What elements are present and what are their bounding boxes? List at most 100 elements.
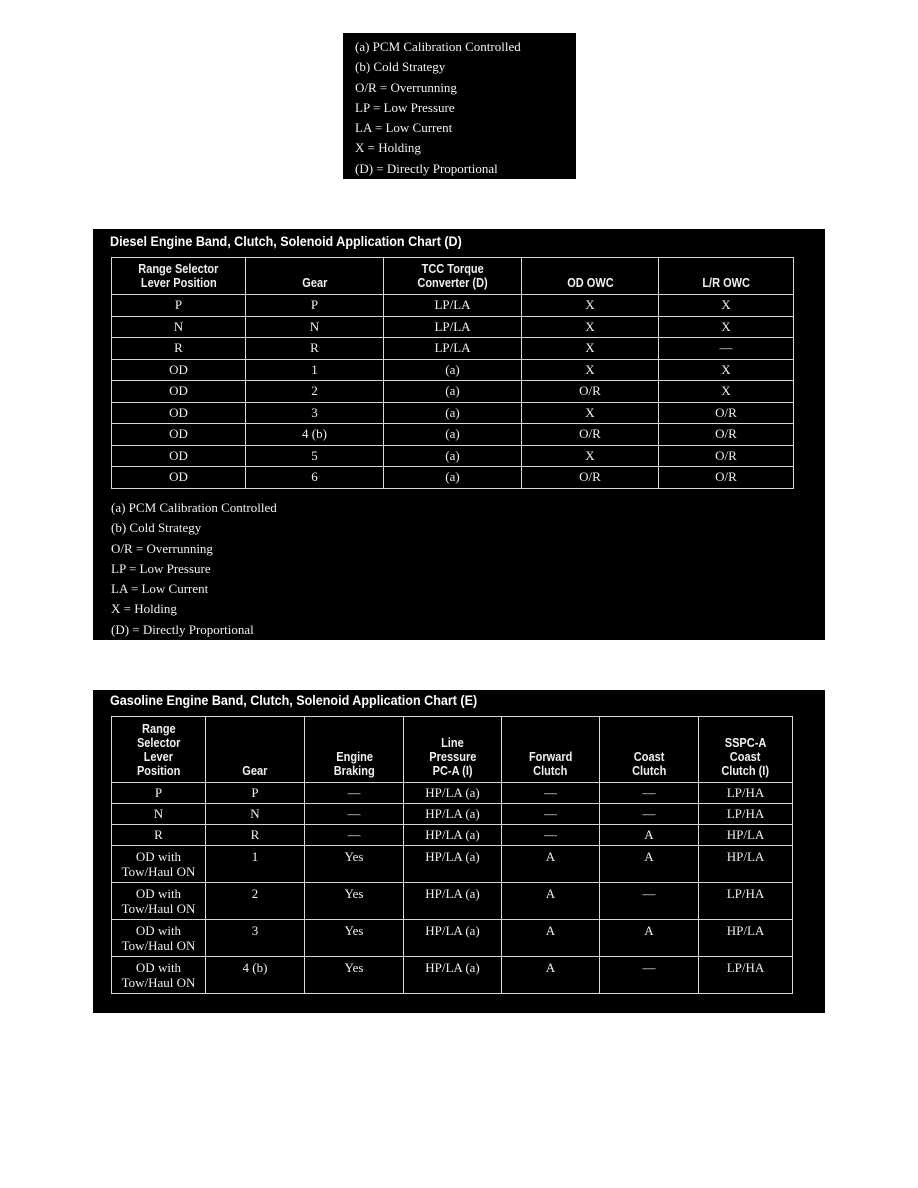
table-cell: O/R — [658, 444, 794, 467]
table-cell: LP/HA — [698, 803, 793, 825]
table-cell: HP/LA (a) — [403, 782, 502, 804]
table-cell: X — [521, 315, 659, 338]
table-cell: 2 — [245, 380, 384, 403]
legend-line: LA = Low Current — [111, 581, 209, 597]
column-header: Range Selector Lever Position — [111, 257, 246, 295]
table-cell: Yes — [304, 956, 404, 994]
table-cell: R — [111, 337, 246, 360]
table-cell: (a) — [383, 466, 522, 489]
cell-line: Tow/Haul ON — [121, 975, 196, 990]
table-row: OD 6 (a) O/R O/R — [111, 466, 794, 489]
table-cell: A — [501, 845, 600, 883]
column-header-label: Engine Braking — [332, 750, 377, 778]
column-header: Range Selector Lever Position — [111, 716, 206, 783]
header-line: SSPC-A — [724, 735, 767, 750]
table-row: OD 2 (a) O/R X — [111, 380, 794, 403]
cell-line: HP/LA (a) — [425, 886, 480, 901]
column-header-label: TCC Torque Converter (D) — [414, 262, 490, 290]
header-line: Forward — [528, 749, 573, 764]
table-cell: O/R — [521, 423, 659, 446]
header-line: Pressure — [428, 749, 477, 764]
cell-line: 1 — [251, 849, 259, 864]
table-row: OD with Tow/Haul ON 3 Yes HP/LA (a) A A HP/LA — [111, 919, 793, 957]
table-cell: — — [599, 782, 699, 804]
table-cell: — — [304, 782, 404, 804]
table-cell: X — [658, 380, 794, 403]
table-cell: 2 — [205, 882, 305, 920]
cell-line: OD with — [135, 849, 182, 864]
table-row: OD 1 (a) X X — [111, 358, 794, 381]
column-header-label: Gear — [301, 276, 328, 290]
table-cell: A — [599, 845, 699, 883]
column-header-label: Line Pressure PC-A (I) — [427, 736, 478, 778]
cell-line: 4 (b) — [242, 960, 268, 975]
table-cell: N — [245, 315, 384, 338]
column-header-label: Range Selector Lever Position — [135, 722, 182, 778]
table-cell: LP/LA — [383, 294, 522, 317]
cell-line: HP/LA — [726, 923, 765, 938]
table-cell: (a) — [383, 401, 522, 424]
table-cell: 5 — [245, 444, 384, 467]
table-cell: X — [658, 294, 794, 317]
legend-line: (b) Cold Strategy — [111, 520, 202, 536]
table-cell: X — [521, 358, 659, 381]
table-cell: — — [304, 803, 404, 825]
table-cell: OD with Tow/Haul ON — [111, 919, 206, 957]
header-line: Clutch — [631, 763, 667, 778]
column-header: Gear — [245, 257, 384, 295]
column-header: Engine Braking — [304, 716, 404, 783]
header-line: PC-A (I) — [432, 763, 473, 778]
header-line: Range Selector — [138, 261, 219, 276]
table-row: OD 4 (b) (a) O/R O/R — [111, 423, 794, 446]
cell-line: R — [250, 827, 260, 842]
table-cell: HP/LA (a) — [403, 882, 502, 920]
diesel-chart-title: Diesel Engine Band, Clutch, Solenoid App… — [110, 234, 462, 249]
column-header: SSPC-A Coast Clutch (I) — [698, 716, 793, 783]
cell-line: A — [545, 960, 556, 975]
cell-line: 2 — [251, 886, 259, 901]
table-cell: 3 — [205, 919, 305, 957]
legend-box-top: (a) PCM Calibration Controlled (b) Cold S… — [343, 33, 576, 179]
cell-line: A — [545, 923, 556, 938]
table-cell: (a) — [383, 358, 522, 381]
table-cell: — — [501, 782, 600, 804]
table-cell: A — [599, 919, 699, 957]
table-cell: P — [111, 294, 246, 317]
header-line: Lever Position — [140, 275, 217, 290]
cell-line: OD with — [135, 923, 182, 938]
header-line: Coast — [730, 749, 761, 764]
table-cell: O/R — [658, 401, 794, 424]
table-cell: A — [501, 882, 600, 920]
column-header-label: OD OWC — [565, 276, 615, 290]
legend-line: (a) PCM Calibration Controlled — [355, 39, 521, 54]
cell-line: HP/LA (a) — [425, 827, 480, 842]
table-cell: HP/LA — [698, 845, 793, 883]
table-cell: R — [205, 824, 305, 846]
table-cell: HP/LA — [698, 919, 793, 957]
table-cell: — — [599, 956, 699, 994]
cell-line: — — [642, 886, 656, 901]
cell-line: R — [154, 827, 163, 842]
table-row: R R LP/LA X — — [111, 337, 794, 360]
column-header-label: SSPC-A Coast Clutch (I) — [720, 736, 772, 778]
cell-line: — — [347, 806, 361, 821]
cell-line: 3 — [251, 923, 259, 938]
table-cell: A — [599, 824, 699, 846]
table-cell: OD — [111, 423, 246, 446]
cell-line: HP/LA (a) — [425, 960, 480, 975]
header-line: Converter (D) — [417, 275, 488, 290]
header-line: Engine — [335, 749, 373, 764]
legend-line: O/R = Overrunning — [111, 540, 213, 556]
diesel-application-table: Range Selector Lever Position Gear TCC Torq… — [111, 257, 794, 489]
column-header: L/R OWC — [658, 257, 794, 295]
cell-line: — — [642, 806, 656, 821]
legend-line: (D) = Directly Proportional — [111, 621, 254, 637]
diesel-legend: (a) PCM Calibration Controlled (b) Cold S… — [111, 498, 277, 640]
column-header-label: Gear — [241, 764, 268, 778]
table-cell: OD — [111, 444, 246, 467]
cell-line: — — [347, 827, 361, 842]
table-cell: P — [205, 782, 305, 804]
table-cell: LP/LA — [383, 315, 522, 338]
header-line: Position — [136, 763, 181, 778]
cell-line: P — [251, 785, 259, 800]
